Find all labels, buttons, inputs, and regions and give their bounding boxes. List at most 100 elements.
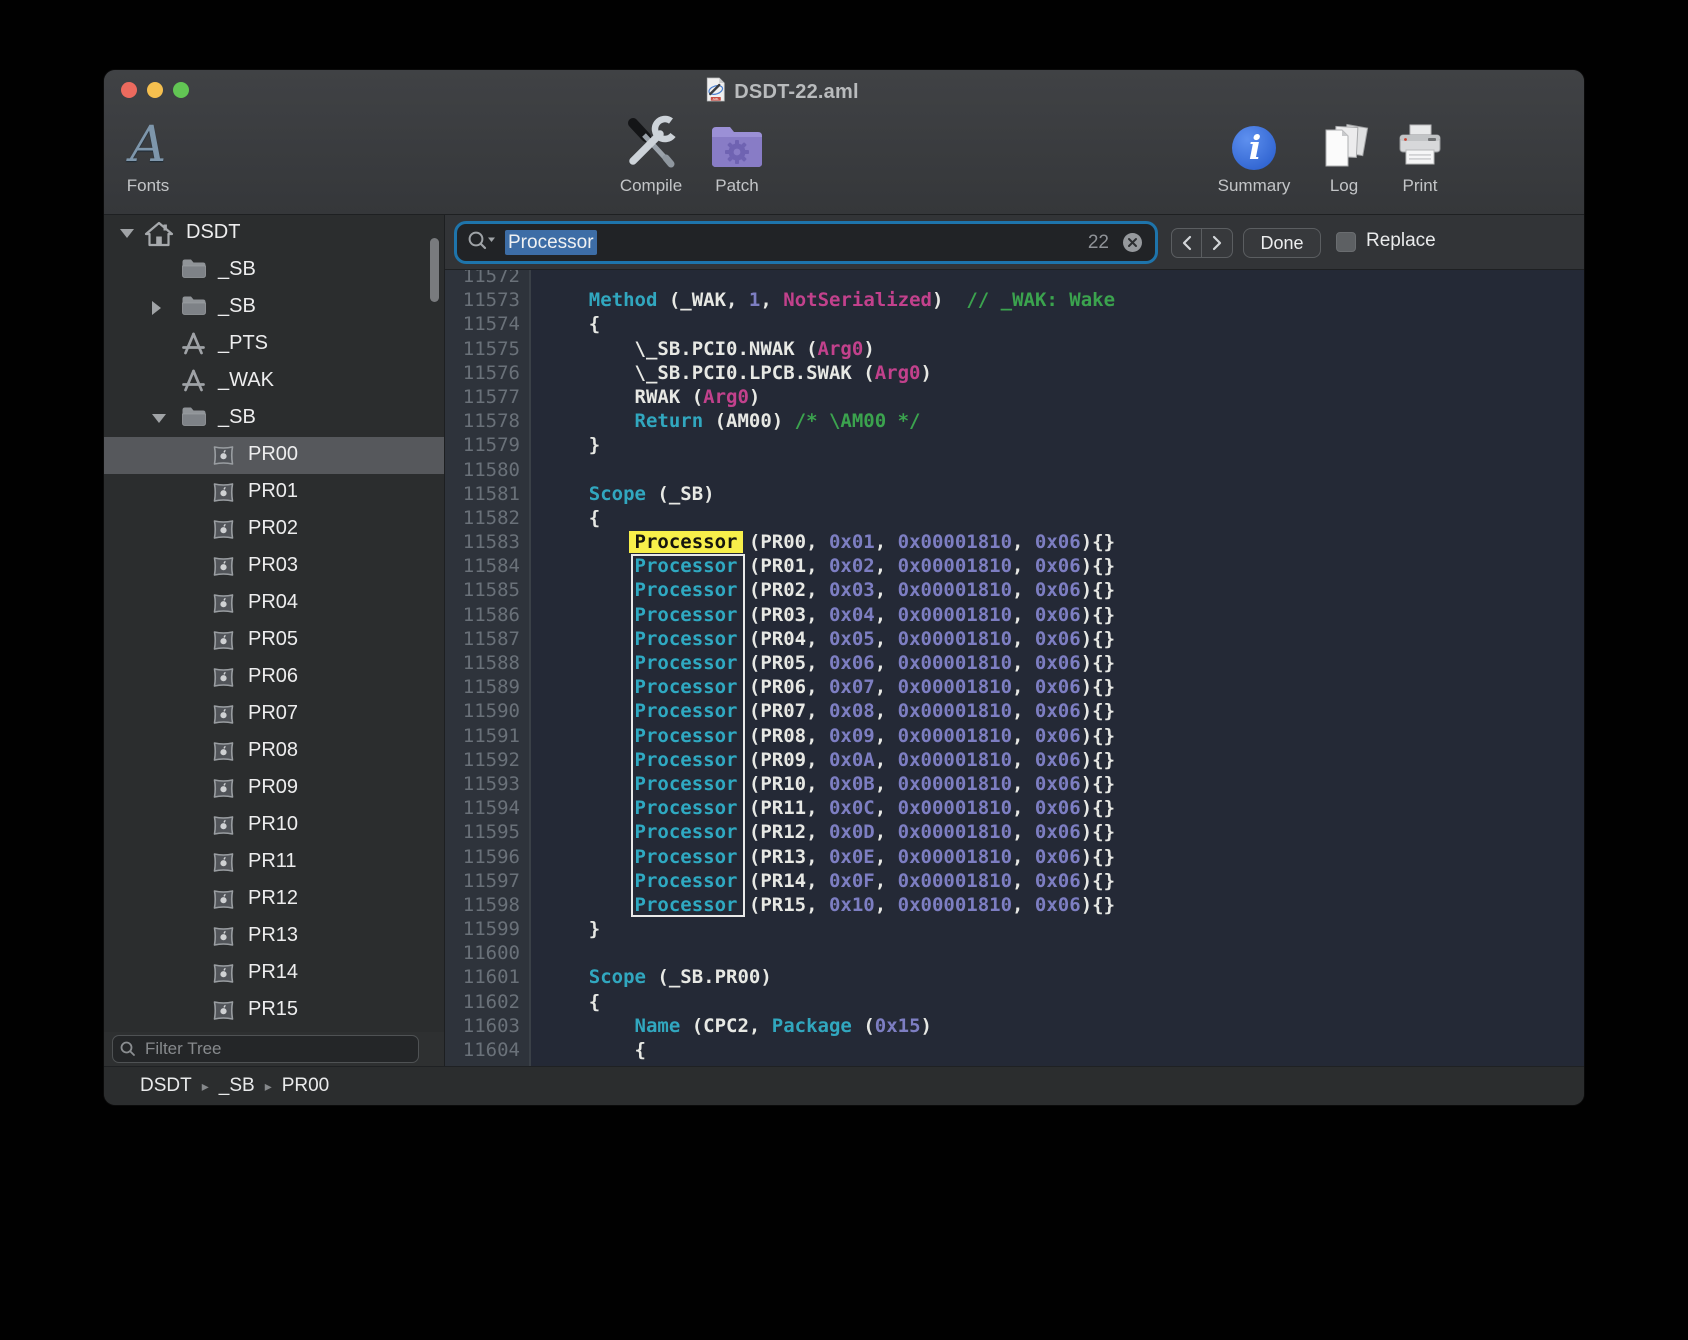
match-occurrence: Processor <box>635 628 738 650</box>
code-line-text: Scope (_SB.PR00) <box>531 965 772 989</box>
code-editor[interactable]: 1157211573 Method (_WAK, 1, NotSerialize… <box>445 270 1584 1066</box>
code-line-text: Method (_WAK, 1, NotSerialized) // _WAK:… <box>531 288 1115 312</box>
tree-item-_pts[interactable]: _PTS <box>104 326 444 363</box>
tree-item-label: PR13 <box>248 924 298 947</box>
breadcrumb-item-pr00[interactable]: PR00 <box>282 1075 330 1097</box>
tree-item-label: DSDT <box>186 221 240 244</box>
tree-item-pr12[interactable]: PR12 <box>104 881 444 918</box>
printer-icon <box>1393 110 1447 172</box>
code-line: 11572 <box>445 270 1584 288</box>
line-number: 11585 <box>445 578 531 602</box>
line-number: 11603 <box>445 1014 531 1038</box>
tree-item-_sb[interactable]: _SB <box>104 400 444 437</box>
code-line-text <box>531 458 543 482</box>
code-line-text: Return (AM00) /* \AM00 */ <box>531 409 921 433</box>
device-icon <box>211 629 236 657</box>
device-icon <box>211 777 236 805</box>
code-line-text: \_SB.PCI0.NWAK (Arg0) <box>531 337 875 361</box>
sidebar: DSDT_SB_SB_PTS_WAK_SBPR00PR01PR02PR03PR0… <box>104 215 445 1066</box>
code-line: 11593 Processor (PR10, 0x0B, 0x00001810,… <box>445 772 1584 796</box>
code-line-text: Processor (PR04, 0x05, 0x00001810, 0x06)… <box>531 627 1115 651</box>
tree-item-pr07[interactable]: PR07 <box>104 696 444 733</box>
match-occurrence: Processor <box>635 773 738 795</box>
device-icon <box>211 888 236 916</box>
device-icon <box>211 962 236 990</box>
code-line: 11577 RWAK (Arg0) <box>445 385 1584 409</box>
code-line-text: \_SB.PCI0.LPCB.SWAK (Arg0) <box>531 361 932 385</box>
done-button[interactable]: Done <box>1243 228 1321 258</box>
tree-item-pr06[interactable]: PR06 <box>104 659 444 696</box>
tree-item-pr08[interactable]: PR08 <box>104 733 444 770</box>
line-number: 11580 <box>445 458 531 482</box>
line-number: 11574 <box>445 312 531 336</box>
disclosure-open-icon[interactable] <box>152 414 166 423</box>
match-occurrence: Processor <box>635 555 738 577</box>
line-number: 11604 <box>445 1038 531 1062</box>
breadcrumb: DSDT▸_SB▸PR00 <box>104 1066 1584 1105</box>
device-icon <box>211 444 236 472</box>
tree-item-pr13[interactable]: PR13 <box>104 918 444 955</box>
code-line: 11580 <box>445 458 1584 482</box>
match-occurrence: Processor <box>635 700 738 722</box>
line-number: 11588 <box>445 651 531 675</box>
previous-match-button[interactable] <box>1172 229 1202 257</box>
tree-item-_wak[interactable]: _WAK <box>104 363 444 400</box>
toolbar-button-fonts[interactable]: A Fonts <box>104 110 196 196</box>
tree-item-pr09[interactable]: PR09 <box>104 770 444 807</box>
code-line: 11585 Processor (PR02, 0x03, 0x00001810,… <box>445 578 1584 602</box>
tree-item-pr11[interactable]: PR11 <box>104 844 444 881</box>
tree-item-pr02[interactable]: PR02 <box>104 511 444 548</box>
disclosure-open-icon[interactable] <box>120 229 134 238</box>
tree-item-dsdt[interactable]: DSDT <box>104 215 444 252</box>
toolbar-button-patch[interactable]: Patch <box>689 110 785 196</box>
tree-item-pr04[interactable]: PR04 <box>104 585 444 622</box>
tree-item-_sb[interactable]: _SB <box>104 289 444 326</box>
tree-item-label: PR09 <box>248 776 298 799</box>
code-line: 11586 Processor (PR03, 0x04, 0x00001810,… <box>445 603 1584 627</box>
filter-tree-input[interactable] <box>112 1035 419 1063</box>
tree-item-pr14[interactable]: PR14 <box>104 955 444 992</box>
next-match-button[interactable] <box>1202 229 1232 257</box>
minimize-button[interactable] <box>147 82 163 98</box>
tree-item-pr00[interactable]: PR00 <box>104 437 444 474</box>
toolbar-button-print[interactable]: Print <box>1372 110 1468 196</box>
zoom-button[interactable] <box>173 82 189 98</box>
line-number: 11589 <box>445 675 531 699</box>
svg-text:i: i <box>1249 128 1262 167</box>
code-line-text: { <box>531 1038 646 1062</box>
dsdt-tree: DSDT_SB_SB_PTS_WAK_SBPR00PR01PR02PR03PR0… <box>104 215 444 1032</box>
sidebar-scrollbar-thumb[interactable] <box>430 238 439 302</box>
info-icon: i <box>1230 110 1278 172</box>
document-proxy-icon[interactable]: AML <box>705 77 726 107</box>
line-number: 11600 <box>445 941 531 965</box>
tree-item-_sb[interactable]: _SB <box>104 252 444 289</box>
tree-item-pr10[interactable]: PR10 <box>104 807 444 844</box>
match-occurrence: Processor <box>635 846 738 868</box>
disclosure-closed-icon[interactable] <box>152 301 161 315</box>
code-line-text: Processor (PR09, 0x0A, 0x00001810, 0x06)… <box>531 748 1115 772</box>
code-line: 11581 Scope (_SB) <box>445 482 1584 506</box>
toolbar-button-summary[interactable]: i Summary <box>1206 110 1302 196</box>
breadcrumb-item-_sb[interactable]: _SB <box>219 1075 255 1097</box>
tree-item-pr01[interactable]: PR01 <box>104 474 444 511</box>
tree-item-pr15[interactable]: PR15 <box>104 992 444 1029</box>
code-line-text <box>531 941 543 965</box>
code-line: 11575 \_SB.PCI0.NWAK (Arg0) <box>445 337 1584 361</box>
tree-item-label: PR05 <box>248 628 298 651</box>
search-icon[interactable] <box>467 230 497 256</box>
breadcrumb-item-dsdt[interactable]: DSDT <box>140 1075 192 1097</box>
clear-search-icon[interactable] <box>1122 232 1143 253</box>
find-input[interactable]: Processor 22 <box>457 224 1155 261</box>
pages-icon <box>1318 110 1370 172</box>
find-bar: Processor 22 <box>445 215 1584 270</box>
toolbar-button-compile[interactable]: Compile <box>603 110 699 196</box>
close-button[interactable] <box>121 82 137 98</box>
tree-item-pr05[interactable]: PR05 <box>104 622 444 659</box>
match-occurrence: Processor <box>635 725 738 747</box>
device-icon <box>211 518 236 546</box>
line-number: 11584 <box>445 554 531 578</box>
line-number: 11583 <box>445 530 531 554</box>
tree-item-pr03[interactable]: PR03 <box>104 548 444 585</box>
window-header: AML DSDT-22.aml A Fonts <box>104 70 1584 215</box>
replace-checkbox[interactable] <box>1336 232 1356 252</box>
